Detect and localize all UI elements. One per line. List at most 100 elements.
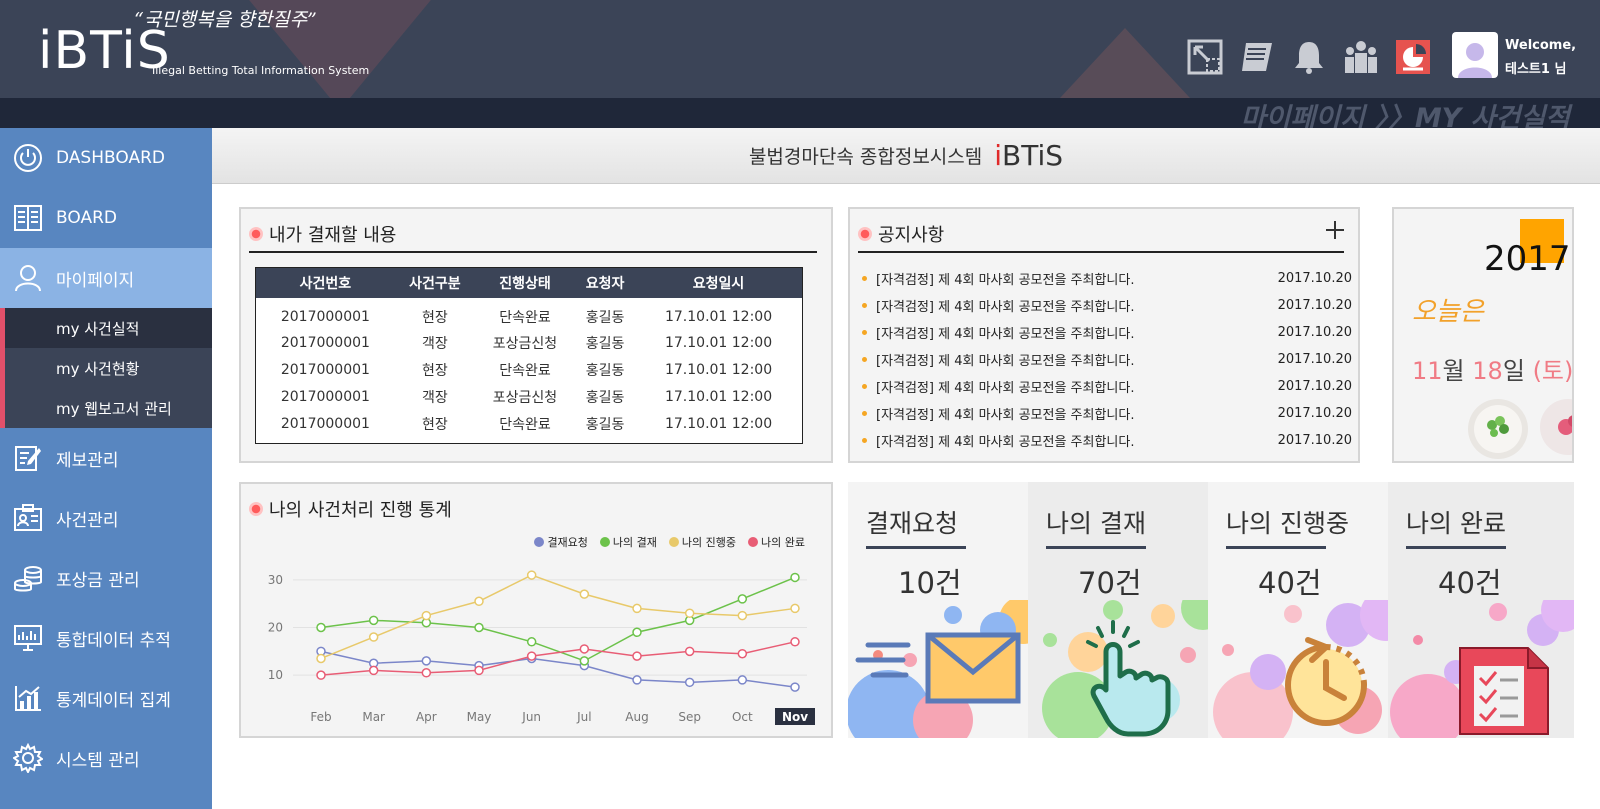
- cell-requester: 홍길동: [585, 390, 625, 406]
- tile-value: 40건: [1258, 566, 1322, 600]
- column-header: 진행상태: [474, 267, 576, 298]
- data-point: [368, 632, 379, 642]
- sidebar-item-label: BOARD: [56, 208, 117, 228]
- table-row[interactable]: 2017000001 객장 포상금신청 홍길동 17.10.01 12:00: [256, 330, 803, 357]
- logo-subtitle: Illegal Betting Total Information System: [152, 64, 370, 77]
- bell-icon[interactable]: [1290, 38, 1328, 76]
- list-item[interactable]: [자격검정] 제 4회 마사회 공모전을 주최합니다. 2017.10.20: [862, 265, 1352, 292]
- plus-icon[interactable]: [1324, 219, 1346, 241]
- table-row[interactable]: 2017000001 현장 단속완료 홍길동 17.10.01 12:00: [256, 357, 803, 384]
- list-item[interactable]: [자격검정] 제 4회 마사회 공모전을 주최합니다. 2017.10.20: [862, 319, 1352, 346]
- data-point: [421, 610, 432, 621]
- welcome-label: Welcome,: [1505, 38, 1577, 53]
- table-row[interactable]: 2017000001 현장 단속완료 홍길동 17.10.01 12:00: [256, 411, 803, 444]
- calendar-day-unit: 일: [1502, 357, 1525, 385]
- sidebar-item-case[interactable]: 사건관리: [0, 488, 212, 548]
- panel-title: 공지사항: [858, 221, 944, 247]
- series-line: [320, 576, 796, 662]
- series-line: [320, 574, 796, 660]
- sidebar-item-reward[interactable]: 포상금 관리: [0, 548, 212, 608]
- data-point: [632, 627, 642, 638]
- edit-icon: [12, 442, 44, 474]
- cell-status: 단속완료: [499, 363, 551, 379]
- sidebar-item-board[interactable]: BOARD: [0, 188, 212, 248]
- tile-label: 결재요청: [866, 509, 959, 538]
- cell-case-no: 2017000001: [280, 389, 370, 405]
- report-icon[interactable]: [1394, 38, 1432, 76]
- data-point: [421, 668, 432, 678]
- sidebar-item-mypage[interactable]: 마이페이지: [0, 248, 212, 308]
- mypage-submenu: my 사건실적 my 사건현황 my 웹보고서 관리: [0, 308, 212, 428]
- logo-slogan: “국민행복을 향한질주”: [134, 9, 317, 31]
- coins-icon: [12, 562, 44, 594]
- sidebar-item-dashboard[interactable]: DASHBOARD: [0, 128, 212, 188]
- calendar-day: 18: [1472, 357, 1503, 385]
- list-item[interactable]: [자격검정] 제 4회 마사회 공모전을 주최합니다. 2017.10.20: [862, 427, 1352, 454]
- book-icon[interactable]: [1238, 38, 1276, 76]
- list-item[interactable]: [자격검정] 제 4회 마사회 공모전을 주최합니다. 2017.10.20: [862, 292, 1352, 319]
- notice-text: [자격검정] 제 4회 마사회 공모전을 주최합니다.: [876, 354, 1135, 369]
- stat-tile-my-completed[interactable]: 나의 완료 40건: [1388, 482, 1574, 738]
- bullet-icon: [862, 411, 867, 416]
- tile-underline: [1046, 546, 1146, 549]
- breadcrumb: 마이페이지 〉〉MY 사건실적: [1240, 103, 1570, 128]
- data-point: [684, 646, 695, 657]
- sidebar-item-report[interactable]: 제보관리: [0, 428, 212, 488]
- calendar-weekday: (토): [1532, 357, 1574, 385]
- cell-status: 포상금신청: [492, 390, 558, 406]
- sidebar-item-statistics[interactable]: 통계데이터 집계: [0, 668, 212, 728]
- calendar-month: 11: [1412, 357, 1443, 385]
- cell-case-type: 현장: [421, 363, 448, 379]
- list-item[interactable]: [자격검정] 제 4회 마사회 공모전을 주최합니다. 2017.10.20: [862, 373, 1352, 400]
- panel-title: 내가 결재할 내용: [249, 221, 396, 247]
- cell-requester: 홍길동: [585, 363, 625, 379]
- table-row[interactable]: 2017000001 객장 포상금신청 홍길동 17.10.01 12:00: [256, 384, 803, 411]
- avatar[interactable]: [1452, 32, 1498, 78]
- data-point: [579, 644, 590, 654]
- table-row[interactable]: 2017000001 현장 단속완료 홍길동 17.10.01 12:00: [256, 298, 803, 330]
- data-point: [368, 615, 379, 626]
- stat-tile-my-in-progress[interactable]: 나의 진행중 40건: [1208, 482, 1388, 738]
- data-point: [474, 622, 484, 633]
- stat-tile-approval-request[interactable]: 결재요청 10건: [848, 482, 1028, 738]
- data-point: [632, 651, 642, 661]
- tile-label: 나의 결재: [1046, 509, 1146, 538]
- bullet-icon: [862, 276, 867, 281]
- logo[interactable]: “국민행복을 향한질주” iBTiS Illegal Betting Total…: [38, 10, 369, 80]
- calendar-year: 2017: [1484, 239, 1571, 279]
- notice-date: 2017.10.20: [1277, 406, 1352, 421]
- group-icon[interactable]: [1342, 38, 1380, 76]
- sidebar-item-data-tracking[interactable]: 통합데이터 추적: [0, 608, 212, 668]
- cell-requested-at: 17.10.01 12:00: [664, 362, 773, 378]
- notice-date: 2017.10.20: [1277, 298, 1352, 313]
- cell-requested-at: 17.10.01 12:00: [664, 308, 773, 325]
- cell-case-type: 객장: [421, 390, 448, 406]
- bullet-icon: [862, 438, 867, 443]
- bullet-icon: [862, 357, 867, 362]
- sidebar-item-label: DASHBOARD: [56, 148, 165, 168]
- sidebar-item-label: 포상금 관리: [56, 570, 140, 591]
- expand-icon[interactable]: [1186, 38, 1224, 76]
- x-tick-label: Oct: [732, 710, 753, 724]
- sidebar-subitem-my-webreport[interactable]: my 웹보고서 관리: [5, 388, 212, 428]
- data-point: [316, 670, 326, 680]
- sidebar-item-system[interactable]: 시스템 관리: [0, 728, 212, 788]
- sidebar-subitem-my-status[interactable]: my 사건현황: [5, 348, 212, 388]
- cell-status: 단속완료: [499, 416, 551, 433]
- gear-icon: [12, 742, 44, 774]
- stat-tile-my-approval[interactable]: 나의 결재 70건: [1028, 482, 1208, 738]
- list-item[interactable]: [자격검정] 제 4회 마사회 공모전을 주최합니다. 2017.10.20: [862, 346, 1352, 373]
- notice-text: [자격검정] 제 4회 마사회 공모전을 주최합니다.: [876, 381, 1135, 396]
- welcome-message: Welcome, 테스트1 님: [1505, 34, 1576, 82]
- tile-value: 70건: [1078, 566, 1142, 600]
- top-toolbar: [1186, 38, 1432, 76]
- table-header-row: 사건번호 사건구분 진행상태 요청자 요청일시: [255, 267, 803, 298]
- list-item[interactable]: [자격검정] 제 4회 마사회 공모전을 주최합니다. 2017.10.20: [862, 400, 1352, 427]
- series-line: [320, 641, 796, 676]
- cell-case-type: 현장: [421, 416, 448, 433]
- calendar-today-label: 오늘은: [1412, 297, 1484, 327]
- bullet-icon: [862, 330, 867, 335]
- cell-case-type: 객장: [421, 336, 448, 352]
- data-point: [790, 637, 800, 647]
- sidebar-subitem-my-cases[interactable]: my 사건실적: [5, 308, 212, 348]
